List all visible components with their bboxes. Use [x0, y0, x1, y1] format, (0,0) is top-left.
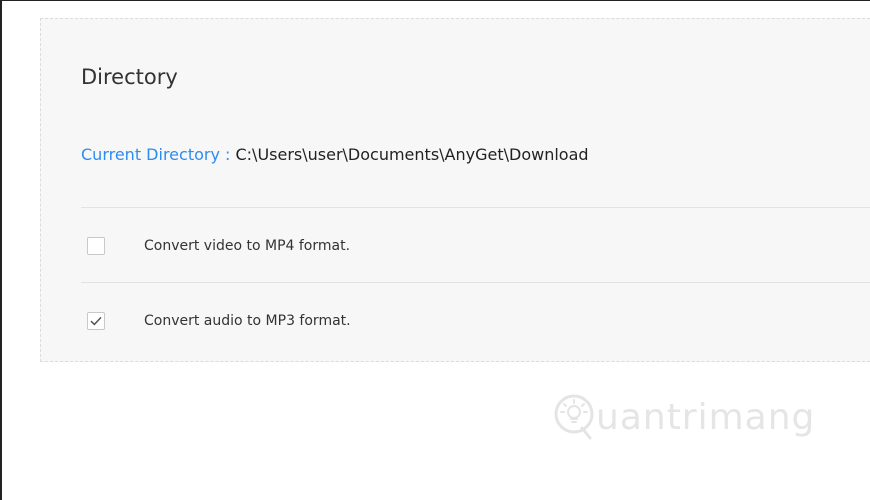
checkmark-icon [90, 316, 102, 326]
current-directory-label[interactable]: Current Directory [81, 145, 220, 164]
option-convert-video[interactable]: Convert video to MP4 format. [81, 231, 870, 261]
current-directory-line: Current Directory : C:\Users\user\Docume… [81, 145, 589, 164]
divider-middle [81, 282, 870, 283]
watermark-text: uantrimang [596, 396, 816, 438]
option-convert-audio[interactable]: Convert audio to MP3 format. [81, 306, 870, 336]
directory-panel: Directory Current Directory : C:\Users\u… [40, 18, 870, 362]
current-directory-path: C:\Users\user\Documents\AnyGet\Download [235, 145, 589, 164]
watermark: uantrimang [552, 392, 815, 442]
section-title: Directory [81, 65, 178, 89]
current-directory-separator: : [219, 145, 236, 164]
convert-audio-checkbox[interactable] [87, 312, 105, 330]
divider-top [81, 207, 870, 208]
convert-video-checkbox[interactable] [87, 237, 105, 255]
convert-audio-label[interactable]: Convert audio to MP3 format. [144, 313, 351, 329]
convert-video-label[interactable]: Convert video to MP4 format. [144, 238, 350, 254]
lightbulb-q-icon [554, 394, 594, 440]
